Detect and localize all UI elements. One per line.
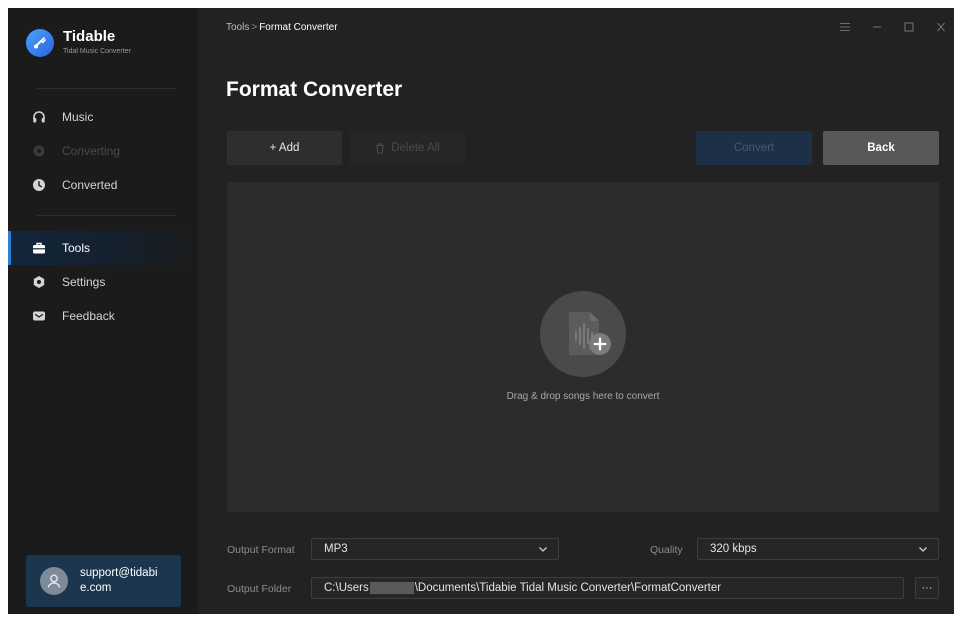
main-panel: Tools > Format Converter Format Converter …: [198, 8, 954, 614]
drop-hint: Drag & drop songs here to convert: [506, 391, 660, 402]
browse-folder-button[interactable]: ···: [915, 577, 939, 599]
app-subtitle: Tidal Music Converter: [63, 48, 131, 55]
headphones-icon: [32, 110, 46, 124]
output-format-label: Output Format: [227, 544, 295, 556]
output-folder-field[interactable]: C:\Users \Documents\Tidabie Tidal Music C…: [311, 577, 904, 599]
minimize-icon[interactable]: [870, 20, 884, 34]
close-icon[interactable]: [934, 20, 948, 34]
sidebar-item-tools[interactable]: Tools: [8, 231, 198, 265]
chevron-down-icon: [919, 547, 927, 552]
output-format-select[interactable]: MP3: [311, 538, 559, 560]
quality-label: Quality: [650, 544, 683, 556]
avatar: [40, 567, 68, 595]
redacted-username: [369, 582, 414, 594]
app-logo: Tidable Tidal Music Converter: [26, 28, 131, 57]
app-window: Tidable Tidal Music Converter Music Conv…: [8, 8, 954, 614]
sidebar-item-label: Music: [62, 110, 94, 124]
app-name: Tidable: [63, 28, 116, 45]
add-button[interactable]: + Add: [227, 131, 342, 165]
sidebar-item-converting: Converting: [8, 134, 198, 168]
back-button[interactable]: Back: [823, 131, 939, 165]
account-email: support@tidabie.com: [80, 567, 158, 594]
sidebar-item-label: Converting: [62, 144, 121, 158]
sidebar-item-feedback[interactable]: Feedback: [8, 299, 198, 333]
menu-icon[interactable]: [838, 20, 852, 34]
breadcrumb-separator: >: [251, 22, 258, 33]
trash-icon: [376, 142, 385, 154]
logo-icon: [26, 28, 54, 57]
drop-zone[interactable]: Drag & drop songs here to convert: [227, 182, 939, 512]
toolbox-icon: [32, 241, 46, 255]
sidebar-item-label: Feedback: [62, 309, 115, 323]
user-icon: [47, 574, 61, 588]
delete-all-button: Delete All: [350, 131, 465, 165]
output-folder-prefix: C:\Users: [324, 582, 369, 594]
convert-button: Convert: [696, 131, 812, 165]
sidebar: Tidable Tidal Music Converter Music Conv…: [8, 8, 198, 614]
maximize-icon[interactable]: [902, 20, 916, 34]
sidebar-item-converted[interactable]: Converted: [8, 168, 198, 202]
sidebar-item-label: Tools: [62, 241, 91, 255]
add-audio-file-icon: [540, 291, 626, 377]
output-folder-label: Output Folder: [227, 583, 292, 595]
clock-icon: [32, 178, 46, 192]
window-controls: [838, 20, 948, 34]
delete-all-label: Delete All: [391, 142, 440, 154]
quality-select[interactable]: 320 kbps: [697, 538, 939, 560]
output-format-value: MP3: [324, 543, 348, 555]
sidebar-item-label: Settings: [62, 275, 106, 289]
sidebar-divider: [36, 88, 176, 89]
sidebar-item-settings[interactable]: Settings: [8, 265, 198, 299]
breadcrumb-root[interactable]: Tools: [226, 22, 249, 33]
gear-icon: [32, 275, 46, 289]
output-folder-suffix: \Documents\Tidabie Tidal Music Converter…: [414, 582, 722, 594]
page-title: Format Converter: [226, 78, 403, 101]
breadcrumb-current: Format Converter: [259, 22, 338, 33]
quality-value: 320 kbps: [710, 543, 757, 555]
account-panel[interactable]: support@tidabie.com: [26, 555, 181, 607]
mail-icon: [32, 309, 46, 323]
sidebar-item-music[interactable]: Music: [8, 100, 198, 134]
chevron-down-icon: [539, 547, 547, 552]
sidebar-item-label: Converted: [62, 178, 118, 192]
converting-icon: [32, 144, 46, 158]
sidebar-divider: [36, 215, 176, 216]
breadcrumb: Tools > Format Converter: [226, 22, 338, 33]
